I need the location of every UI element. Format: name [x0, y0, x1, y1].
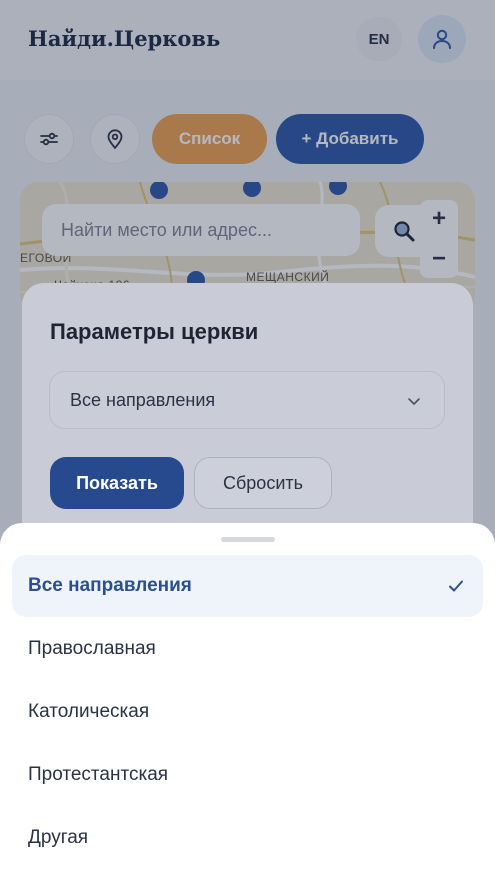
option-other[interactable]: Другая — [12, 807, 483, 869]
option-label: Католическая — [28, 701, 150, 722]
option-catholic[interactable]: Католическая — [12, 681, 483, 743]
show-button[interactable]: Показать — [50, 457, 184, 509]
denomination-bottom-sheet: Все направления Православная Католическа… — [0, 523, 495, 880]
denomination-select-value: Все направления — [70, 389, 216, 410]
chevron-down-icon — [408, 398, 420, 405]
option-label: Православная — [28, 638, 156, 659]
reset-button[interactable]: Сбросить — [194, 457, 332, 509]
check-icon — [449, 580, 463, 592]
option-all-directions[interactable]: Все направления — [12, 555, 483, 617]
option-label: Протестантская — [28, 764, 169, 785]
option-label: Все направления — [28, 575, 192, 596]
option-label: Другая — [28, 827, 89, 848]
denomination-select[interactable]: Все направления — [49, 371, 445, 429]
panel-title: Параметры церкви — [50, 319, 259, 344]
sheet-grabber[interactable] — [221, 537, 275, 542]
option-orthodox[interactable]: Православная — [12, 618, 483, 680]
option-protestant[interactable]: Протестантская — [12, 744, 483, 806]
